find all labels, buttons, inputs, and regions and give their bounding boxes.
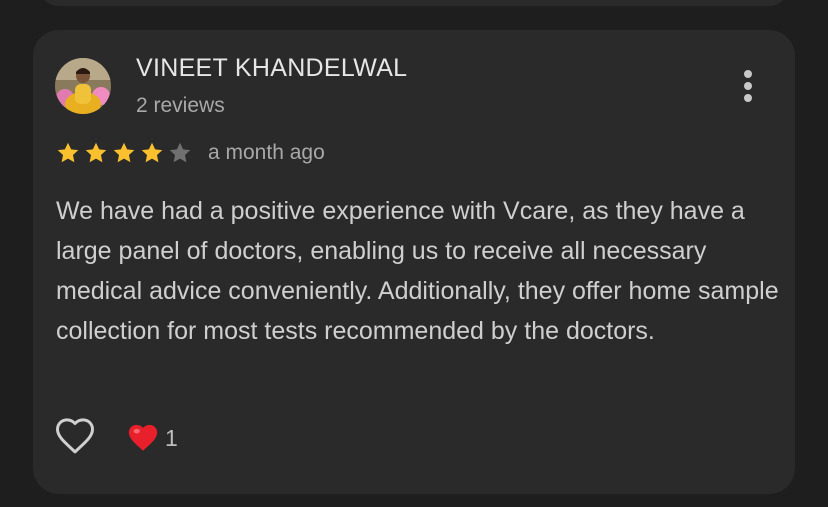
- red-heart-icon: [128, 424, 158, 451]
- author-name[interactable]: VINEET KHANDELWAL: [136, 54, 407, 83]
- review-date: a month ago: [208, 141, 325, 164]
- more-vertical-icon-dot: [744, 82, 752, 90]
- star-empty-icon: [167, 140, 193, 168]
- reaction-heart-button[interactable]: 1: [125, 418, 178, 458]
- more-vertical-icon-dot: [744, 94, 752, 102]
- review-text: We have had a positive experience with V…: [56, 197, 779, 345]
- star-filled-icon: [55, 140, 81, 168]
- more-vertical-icon: [744, 70, 752, 78]
- star-rating: [55, 140, 193, 168]
- star-filled-icon: [111, 140, 137, 168]
- avatar[interactable]: [55, 58, 111, 114]
- star-filled-icon: [139, 140, 165, 168]
- heart-outline-icon: [56, 418, 94, 454]
- more-options-button[interactable]: [733, 66, 763, 106]
- previous-review-card: [40, 0, 788, 6]
- author-review-count: 2 reviews: [136, 94, 225, 117]
- reaction-count: 1: [165, 424, 178, 451]
- star-filled-icon: [83, 140, 109, 168]
- like-button[interactable]: [53, 416, 97, 458]
- review-card: VINEET KHANDELWAL 2 reviews a month ago …: [33, 30, 795, 494]
